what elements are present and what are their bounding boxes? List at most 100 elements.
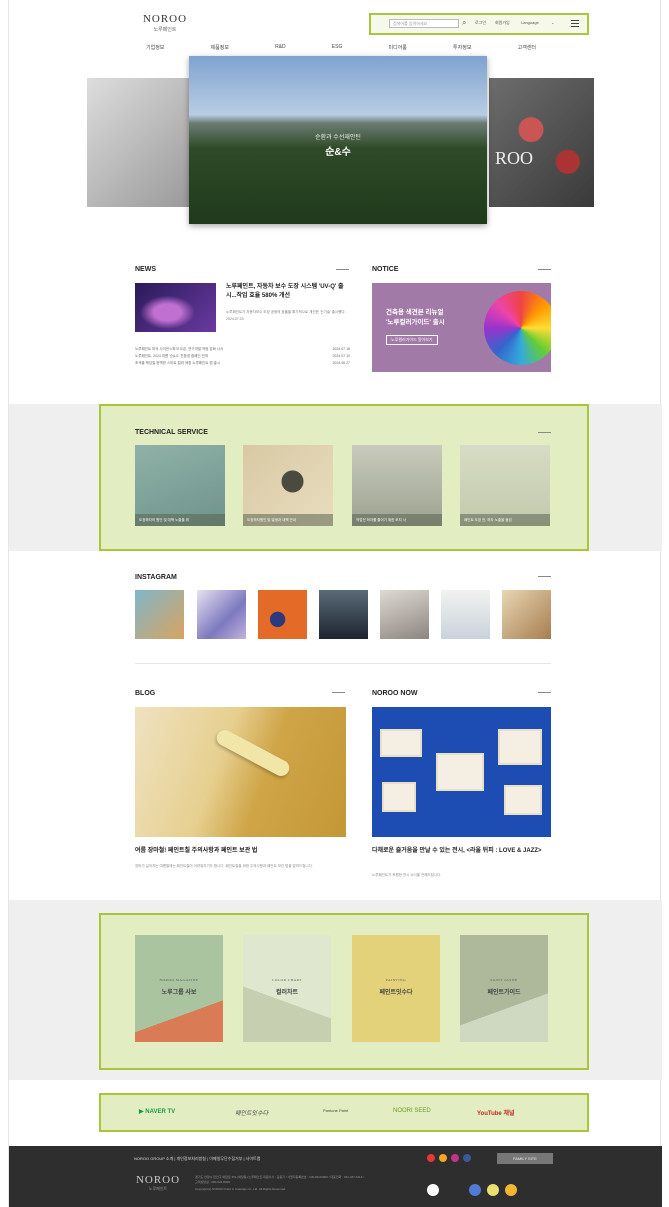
magazine-category: COLOR CHART xyxy=(272,978,302,982)
technical-card[interactable]: 작업전 하자를 줄이기 위한 조치 사 xyxy=(352,445,442,526)
certification-badge xyxy=(505,1184,517,1196)
footer-logo-text: NOROO xyxy=(135,1174,181,1186)
hero-slide-prev[interactable] xyxy=(87,78,192,207)
technical-card[interactable]: 페인트 도장 전, 하자 노출을 점검 xyxy=(460,445,550,526)
technical-card-caption: 페인트 도장 전, 하자 노출을 점검 xyxy=(460,514,550,526)
noroo-now-post-title[interactable]: 다채로운 즐거움을 만날 수 있는 전시, <라울 뒤피 : LOVE & JA… xyxy=(372,847,551,856)
footer-nav[interactable]: NOROO GROUP 소개 | 개인정보처리방침 | 이메일무단수집거부 | … xyxy=(134,1156,260,1162)
noroo-now-more-button[interactable] xyxy=(538,692,551,693)
notice-banner[interactable]: 건축용 색견본 리뉴얼 '노루컬러가이드' 출시 노루컬러가이드 알아보기 xyxy=(372,283,551,372)
instagram-post[interactable] xyxy=(258,590,307,639)
instagram-icon[interactable] xyxy=(451,1154,459,1162)
nav-item-rnd[interactable]: R&D xyxy=(275,44,286,51)
news-thumbnail[interactable] xyxy=(135,283,216,332)
news-title: NEWS xyxy=(135,266,156,273)
noroo-now-title: NOROO NOW xyxy=(372,690,418,697)
news-more-button[interactable] xyxy=(336,269,349,270)
partner-links: ▶ NAVER TV 페인트잇수다 Pantone Paint NOORI SE… xyxy=(99,1093,589,1132)
footer-logo-subtext: 노루페인트 xyxy=(148,1186,168,1191)
facebook-icon[interactable] xyxy=(463,1154,471,1162)
blog-post-desc: 장마가 길어지는 여름철에는 페인트칠이 어려워지기도 합니다. 페인트칠을 위… xyxy=(135,864,313,868)
notice-line-2: '노루컬러가이드' 출시 xyxy=(386,319,445,326)
naver-tv-link[interactable]: ▶ NAVER TV xyxy=(139,1108,175,1115)
magazine-name: 페인트잇수다 xyxy=(379,990,413,996)
paint-talk-link[interactable]: 페인트잇수다 xyxy=(235,1108,268,1117)
magazine-card[interactable]: COLOR CHART 컬러차트 xyxy=(243,935,331,1042)
artwork-frame xyxy=(504,785,542,815)
news-list: 노루페인트 마곡 사이언스파크 오픈, 연구개발 역량 강화 나서 2024.07… xyxy=(135,346,350,367)
nav-item-media[interactable]: 미디어룸 xyxy=(389,44,407,51)
paint-roller-image xyxy=(213,727,293,779)
instagram-post[interactable] xyxy=(319,590,368,639)
news-item-title: 노루페인트 마곡 사이언스파크 오픈, 연구개발 역량 강화 나서 xyxy=(135,347,224,351)
news-item-date: 2024.06.27 xyxy=(332,361,350,365)
list-item[interactable]: 조색을 책임질 완벽한 스마트 컬러 매칭 노루페인트 앱 출시 2024.06.… xyxy=(135,360,350,367)
logo-text: NOROO xyxy=(142,13,188,25)
nav-item-support[interactable]: 고객센터 xyxy=(518,44,536,51)
youtube-icon[interactable] xyxy=(427,1154,435,1162)
list-item[interactable]: 노루페인트, 2024 여름 '순&수' 친환경 캠페인 전개 2024.07.1… xyxy=(135,353,350,360)
news-date: 2024.07.23 xyxy=(226,317,244,321)
technical-card-caption: 작업전 하자를 줄이기 위한 조치 사 xyxy=(352,514,442,526)
news-headline[interactable]: 노루페인트, 자동차 보수 도장 시스템 'UV-Q' 출시...작업 효율 5… xyxy=(226,283,350,301)
family-site-select[interactable]: FAMILY SITE xyxy=(497,1153,553,1164)
blog-thumbnail[interactable] xyxy=(135,707,346,837)
news-description: 노루페인트가 자동차보수 도장 공정의 효율을 획기적으로 개선한 '신기술' … xyxy=(226,310,350,322)
signup-link[interactable]: 회원가입 xyxy=(495,20,510,26)
artwork-frame xyxy=(380,729,422,757)
blog-icon[interactable] xyxy=(439,1154,447,1162)
certification-badge xyxy=(469,1184,481,1196)
nav-item-investor[interactable]: 투자정보 xyxy=(453,44,471,51)
magazine-category: NOROO MAGAZINE xyxy=(159,978,199,982)
magazine-card[interactable]: PAINT GUIDE 페인트가이드 xyxy=(460,935,548,1042)
notice-more-button[interactable] xyxy=(538,269,551,270)
footer-copyright: Copyright(c) NOROO Paint & Coatings Co.,… xyxy=(195,1187,286,1191)
artwork-frame xyxy=(436,753,484,791)
instagram-post[interactable] xyxy=(441,590,490,639)
magazine-name: 노루그룹 사보 xyxy=(161,990,197,996)
nav-item-esg[interactable]: ESG xyxy=(332,44,343,51)
magazine-card[interactable]: PAINTING 페인트잇수다 xyxy=(352,935,440,1042)
page: NOROO 노루페인트 검색어를 입력하세요 ⌕ 로그인 회원가입 Langua… xyxy=(8,0,662,1207)
utility-bar: 검색어를 입력하세요 ⌕ 로그인 회원가입 Language ⌄ xyxy=(369,13,589,35)
notice-title: NOTICE xyxy=(372,266,399,273)
noori-seed-link[interactable]: NOORI SEED xyxy=(393,1108,431,1114)
site-logo[interactable]: NOROO 노루페인트 xyxy=(141,13,189,33)
magazine-name: 페인트가이드 xyxy=(487,990,521,996)
nav-item-products[interactable]: 제품정보 xyxy=(211,44,229,51)
login-link[interactable]: 로그인 xyxy=(475,20,486,26)
instagram-more-button[interactable] xyxy=(538,576,551,577)
blog-post-title[interactable]: 여름 장마철! 페인트칠 주의사항과 페인트 보관 법 xyxy=(135,847,346,856)
search-input[interactable]: 검색어를 입력하세요 xyxy=(389,19,459,28)
technical-card-caption: 도장하자원인 및 발생과 대책 안내 xyxy=(243,514,333,526)
news-item-date: 2024.07.18 xyxy=(332,347,350,351)
magazine-card[interactable]: NOROO MAGAZINE 노루그룹 사보 xyxy=(135,935,223,1042)
instagram-post[interactable] xyxy=(135,590,184,639)
footer: NOROO GROUP 소개 | 개인정보처리방침 | 이메일무단수집거부 | … xyxy=(9,1146,662,1207)
technical-card[interactable]: 도장하자의 원인 및 대책 노출을 위 xyxy=(135,445,225,526)
chevron-down-icon[interactable]: ⌄ xyxy=(551,20,554,25)
language-select[interactable]: Language xyxy=(521,20,539,25)
notice-banner-button[interactable]: 노루컬러가이드 알아보기 xyxy=(386,335,438,345)
pantone-link[interactable]: Pantone Paint xyxy=(323,1108,348,1113)
notice-line-1: 건축용 색견본 리뉴얼 xyxy=(386,309,444,316)
search-icon[interactable]: ⌕ xyxy=(462,18,466,28)
nav-item-company[interactable]: 기업정보 xyxy=(146,44,164,51)
blog-more-button[interactable] xyxy=(332,692,345,693)
instagram-post[interactable] xyxy=(197,590,246,639)
hero-slide-active[interactable]: 순환과 수선재안틴 순&수 xyxy=(189,56,487,224)
technical-more-button[interactable] xyxy=(538,432,551,433)
youtube-link[interactable]: YouTube 채널 xyxy=(477,1108,514,1117)
instagram-title: INSTAGRAM xyxy=(135,574,177,581)
magazine-category: PAINTING xyxy=(385,978,407,982)
technical-card[interactable]: 도장하자원인 및 발생과 대책 안내 xyxy=(243,445,333,526)
instagram-post[interactable] xyxy=(380,590,429,639)
footer-logo[interactable]: NOROO 노루페인트 xyxy=(133,1174,183,1192)
partner-name: NAVER TV xyxy=(145,1109,176,1115)
menu-icon[interactable] xyxy=(571,20,579,29)
instagram-post[interactable] xyxy=(502,590,551,639)
hero-slide-next[interactable]: ROO xyxy=(489,78,594,207)
hero-subtitle: 순환과 수선재안틴 xyxy=(315,135,361,141)
noroo-now-thumbnail[interactable] xyxy=(372,707,551,837)
list-item[interactable]: 노루페인트 마곡 사이언스파크 오픈, 연구개발 역량 강화 나서 2024.07… xyxy=(135,346,350,353)
